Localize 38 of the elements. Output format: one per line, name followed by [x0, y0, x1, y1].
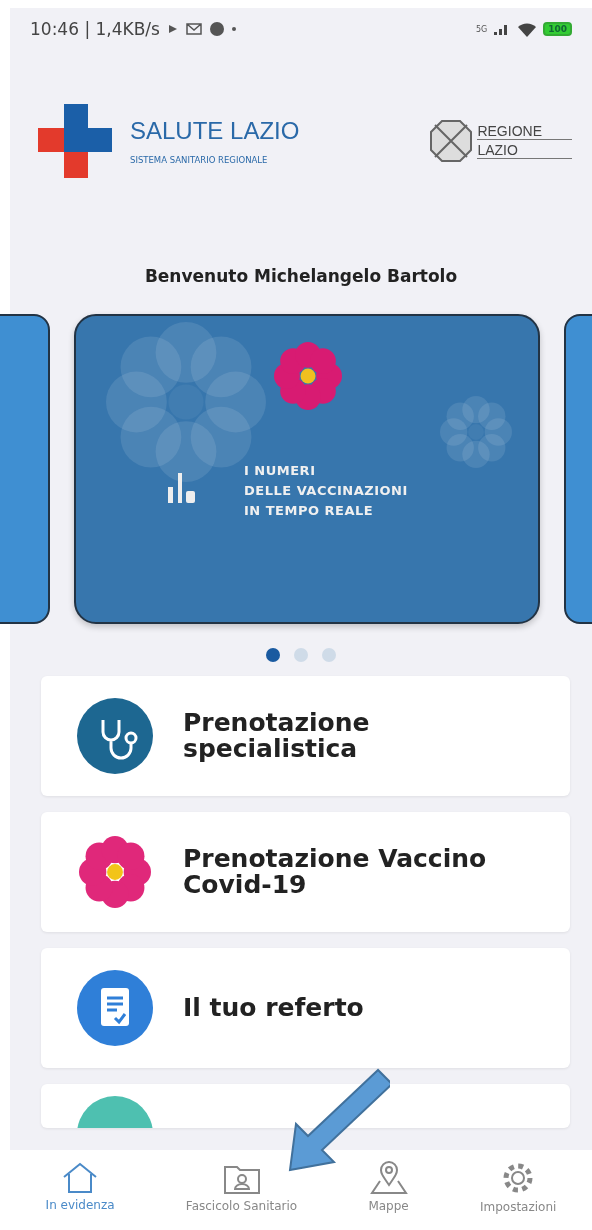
brand-subtitle: SISTEMA SANITARIO REGIONALE — [130, 155, 269, 165]
partner-name: REGIONE — [477, 123, 572, 140]
dot-icon — [231, 27, 236, 31]
menu-card[interactable]: Prenotazione Vaccino Covid-19 — [41, 812, 570, 932]
flower-logo-icon — [274, 342, 342, 410]
battery-level: 100 — [543, 22, 572, 36]
stethoscope-icon — [77, 698, 153, 774]
menu-card[interactable]: Il tuo referto — [41, 948, 570, 1068]
menu-title: Prenotazione Vaccino Covid-19 — [183, 846, 487, 898]
mail-icon — [185, 23, 202, 35]
nav-tab[interactable]: Mappe — [368, 1161, 409, 1213]
document-icon — [77, 970, 153, 1046]
play-icon — [167, 24, 178, 34]
nav-tab[interactable]: In evidenza — [45, 1162, 115, 1212]
flower-icon — [79, 836, 151, 908]
menu-title: Il tuo referto — [183, 995, 364, 1021]
emblem-icon — [429, 119, 474, 163]
menu-card[interactable] — [41, 1084, 570, 1128]
banner-text: I NUMERI DELLE VACCINAZIONI IN TEMPO REALE — [244, 462, 408, 520]
page-dot[interactable] — [322, 648, 336, 662]
wifi-icon — [517, 21, 538, 37]
cross-logo-icon — [38, 104, 112, 178]
carousel-slide[interactable] — [0, 314, 50, 624]
nav-tab[interactable]: Fascicolo Sanitario — [185, 1161, 298, 1213]
menu-title: Prenotazione specialistica — [183, 710, 370, 762]
brand-title: SALUTE LAZIO — [130, 117, 300, 145]
nav-tab[interactable]: Impostazioni — [479, 1160, 557, 1214]
status-time: 10:46 | 1,4KB/s — [30, 19, 160, 39]
vaccination-banner[interactable]: I NUMERI DELLE VACCINAZIONI IN TEMPO REALE — [74, 314, 540, 624]
page-dot[interactable] — [294, 648, 308, 662]
page-dot[interactable] — [266, 648, 280, 662]
partner-name: LAZIO — [477, 142, 572, 159]
menu-card[interactable]: Prenotazione specialistica — [41, 676, 570, 796]
vials-icon — [166, 471, 198, 505]
welcome-text: Benvenuto Michelangelo Bartolo — [143, 266, 459, 286]
background-flower-drawing — [440, 396, 512, 468]
map-pin-icon — [369, 1161, 408, 1195]
network-label: 5G — [475, 24, 488, 34]
